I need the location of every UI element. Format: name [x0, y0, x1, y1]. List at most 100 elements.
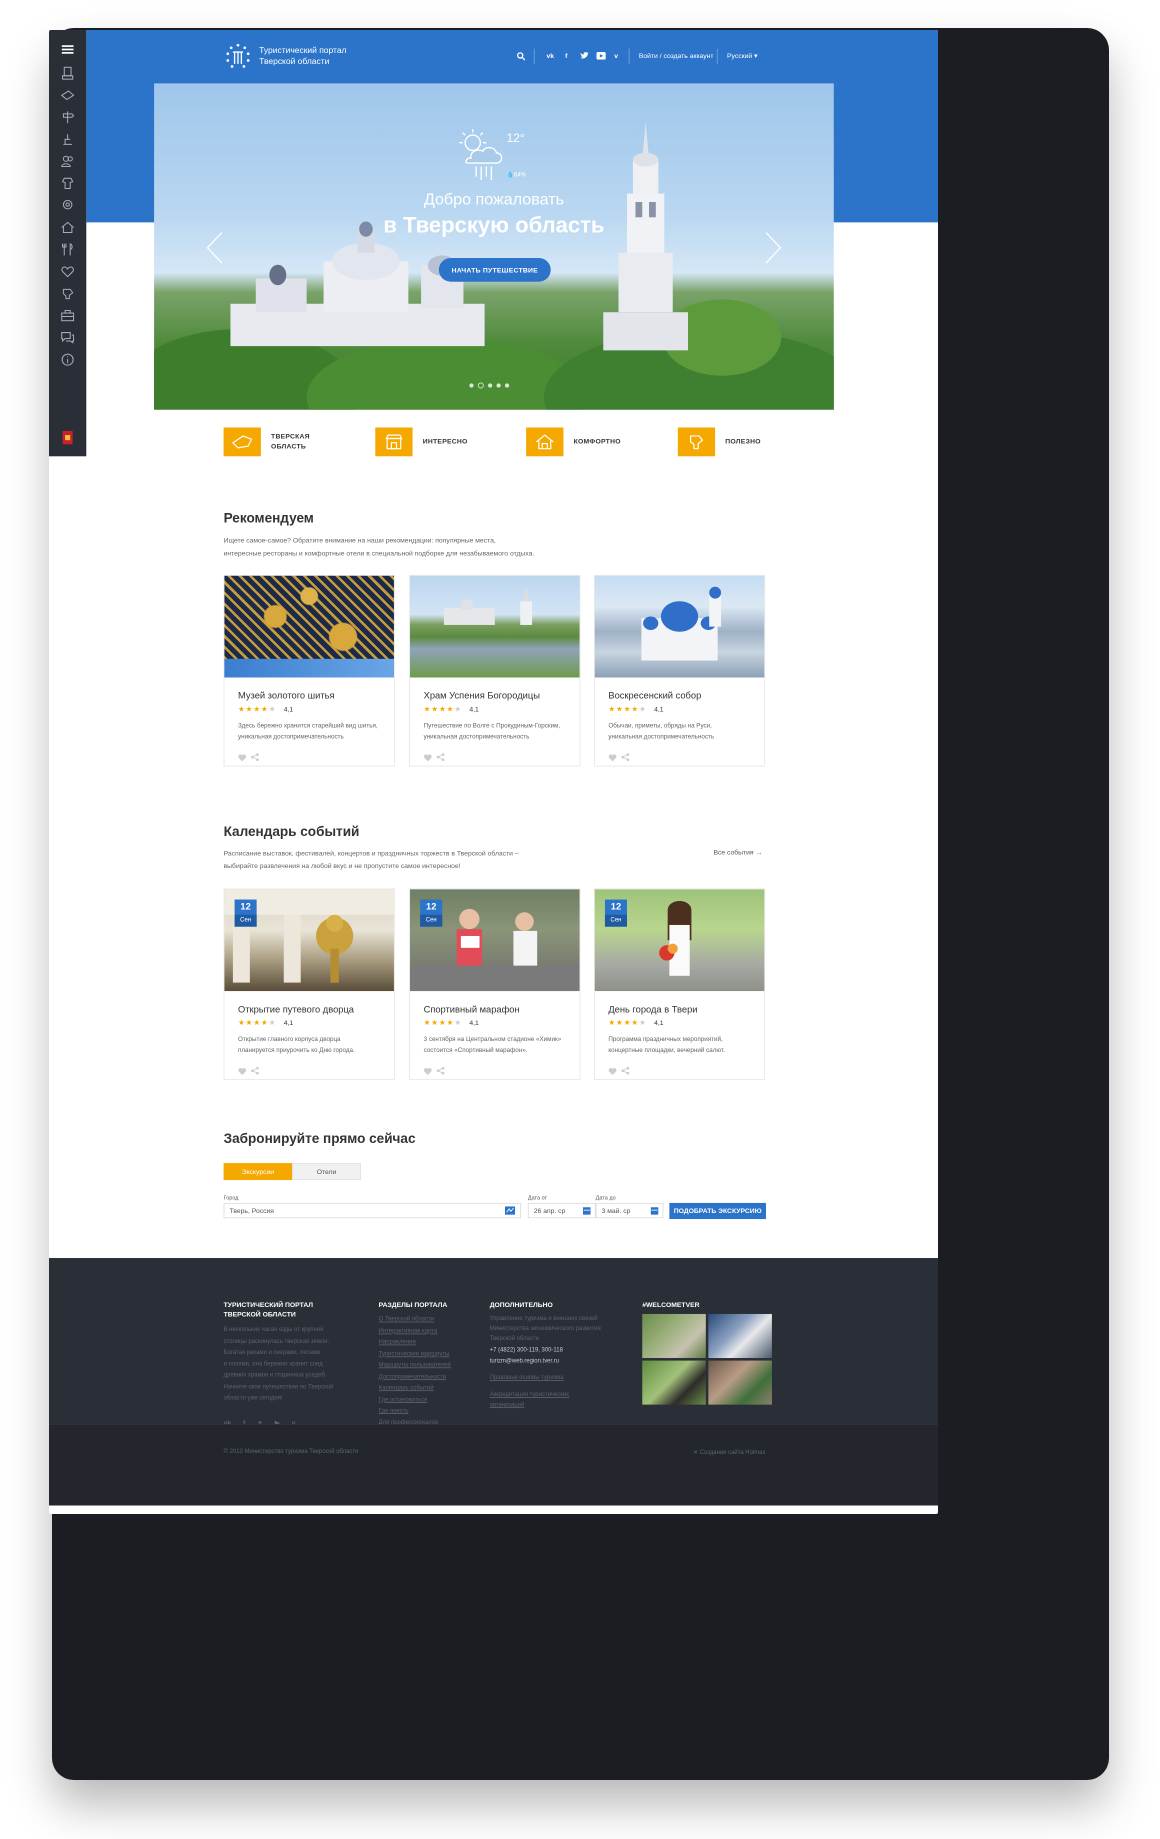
- slider-dots[interactable]: [469, 382, 510, 389]
- facebook-icon[interactable]: f: [565, 52, 567, 60]
- calendar-icon[interactable]: [582, 1207, 591, 1216]
- rating-value: 4,1: [283, 1019, 294, 1027]
- heart-icon[interactable]: [58, 262, 77, 281]
- monument-icon[interactable]: [58, 64, 77, 83]
- share-icon[interactable]: [621, 1064, 630, 1079]
- instagram-photo[interactable]: [642, 1360, 706, 1405]
- footer-link[interactable]: Туристические маршруты: [379, 1348, 451, 1359]
- footer-link[interactable]: Направления: [379, 1337, 451, 1348]
- instagram-photo[interactable]: [642, 1313, 706, 1359]
- instagram-photo[interactable]: [708, 1313, 772, 1359]
- all-events-link[interactable]: Все события →: [713, 849, 762, 857]
- category-comfortable[interactable]: КОМФОРТНО: [526, 427, 621, 457]
- footer-link[interactable]: Аккредитация туристических организаций: [490, 1390, 569, 1410]
- region-emblem-icon[interactable]: [58, 428, 77, 447]
- recommend-card[interactable]: Музей золотого шитья ★★★★★ 4,1 Здесь бер…: [223, 574, 395, 767]
- tab-excursions[interactable]: Экскурсии: [223, 1163, 293, 1181]
- share-icon[interactable]: [251, 750, 259, 765]
- footer-link[interactable]: Календарь событий: [379, 1383, 451, 1394]
- footer-link[interactable]: Где остановиться: [379, 1394, 451, 1405]
- find-excursion-button[interactable]: ПОДОБРАТЬ ЭКСКУРСИЮ: [669, 1202, 766, 1220]
- card-title[interactable]: Музей золотого шитья: [238, 691, 335, 701]
- city-field[interactable]: Тверь, Россия: [223, 1202, 522, 1219]
- people-icon[interactable]: [58, 152, 77, 171]
- category-label: ТВЕРСКАЯ: [271, 432, 310, 441]
- language-select[interactable]: Русский ▾: [727, 52, 757, 60]
- rating-stars: ★★★★★: [237, 1018, 277, 1027]
- like-icon[interactable]: [238, 1064, 247, 1079]
- like-icon[interactable]: [238, 750, 247, 765]
- recommend-card[interactable]: Храм Успения Богородицы ★★★★★ 4,1 Путеше…: [409, 574, 581, 767]
- footer-link[interactable]: О Тверской области: [379, 1314, 451, 1325]
- footer-link[interactable]: Маршруты пользователей: [379, 1360, 451, 1371]
- card-image: [594, 575, 765, 678]
- hotel-icon: [526, 427, 564, 457]
- footer-link[interactable]: Достопримечательности: [379, 1371, 451, 1382]
- search-icon[interactable]: [516, 52, 526, 62]
- login-link[interactable]: Войти / создать аккаунт: [639, 52, 714, 60]
- twitter-icon[interactable]: [580, 52, 589, 61]
- card-description: 3 сентября на Центральном стадионе «Хими…: [423, 1035, 562, 1054]
- vk-icon[interactable]: vk: [546, 52, 554, 60]
- share-icon[interactable]: [436, 750, 445, 765]
- category-tver-region[interactable]: ТВЕРСКАЯ ОБЛАСТЬ: [223, 427, 310, 457]
- map-icon[interactable]: [504, 1206, 516, 1216]
- date-from-field[interactable]: 26 апр. ср: [527, 1202, 596, 1219]
- fishing-icon[interactable]: [58, 130, 77, 149]
- vimeo-icon[interactable]: v: [614, 52, 618, 60]
- footer-link[interactable]: Правовые основы туризма: [490, 1372, 564, 1383]
- dress-icon[interactable]: [58, 174, 77, 193]
- card-title[interactable]: Воскресенский собор: [608, 691, 701, 701]
- footer-link[interactable]: Интерактивная карта: [379, 1325, 451, 1336]
- like-icon[interactable]: [608, 1064, 617, 1079]
- like-icon[interactable]: [423, 750, 432, 765]
- info-icon[interactable]: [58, 350, 77, 369]
- card-title[interactable]: Открытие путевого дворца: [238, 1005, 354, 1015]
- date-to-field[interactable]: 3 май. ср: [595, 1202, 664, 1219]
- calendar-icon[interactable]: [650, 1207, 659, 1216]
- restaurant-icon[interactable]: [58, 240, 77, 259]
- instagram-photo[interactable]: [708, 1360, 772, 1405]
- slider-prev-arrow[interactable]: [205, 231, 224, 265]
- event-card[interactable]: 12 Сен День города в Твери ★★★★★ 4,1 Прог…: [593, 888, 766, 1081]
- site-logo[interactable]: Туристический портал Тверской области: [224, 42, 346, 71]
- card-title[interactable]: День города в Твери: [608, 1005, 697, 1015]
- hand-icon[interactable]: [58, 284, 77, 303]
- card-title[interactable]: Спортивный марафон: [424, 1005, 520, 1015]
- made-by[interactable]: ✕ Создание сайта Holmax: [693, 1449, 765, 1456]
- youtube-icon[interactable]: [596, 52, 606, 61]
- slider-dot[interactable]: [469, 383, 474, 388]
- hand-icon: [677, 427, 716, 457]
- briefcase-icon[interactable]: [58, 306, 77, 325]
- slider-dot[interactable]: [504, 383, 510, 388]
- card-title[interactable]: Храм Успения Богородицы: [424, 691, 540, 701]
- recommend-card[interactable]: Воскресенский собор ★★★★★ 4,1 Обычаи, пр…: [593, 574, 766, 767]
- tab-hotels[interactable]: Отели: [292, 1163, 361, 1181]
- house-icon[interactable]: [58, 218, 77, 237]
- slider-next-arrow[interactable]: [764, 231, 783, 265]
- category-interesting[interactable]: ИНТЕРЕСНО: [375, 427, 467, 457]
- slider-dot-active[interactable]: [477, 382, 484, 389]
- signpost-icon[interactable]: [58, 108, 77, 127]
- footer-email[interactable]: turizm@web.region.tver.ru: [490, 1355, 559, 1366]
- share-icon[interactable]: [251, 1064, 259, 1079]
- chat-icon[interactable]: [58, 328, 77, 347]
- bell-tower-image: [603, 121, 689, 351]
- share-icon[interactable]: [436, 1064, 445, 1079]
- logo-icon: [226, 43, 250, 68]
- footer-about-text: В нескольких часах езды от крупной столиц…: [223, 1326, 334, 1402]
- share-icon[interactable]: [621, 750, 630, 765]
- category-useful[interactable]: ПОЛЕЗНО: [677, 427, 761, 457]
- category-label: ОБЛАСТЬ: [271, 442, 307, 451]
- menu-icon[interactable]: [58, 40, 77, 59]
- footer-link[interactable]: Где поесть: [379, 1405, 451, 1416]
- like-icon[interactable]: [423, 1064, 432, 1079]
- ticket-icon[interactable]: [58, 86, 77, 105]
- event-card[interactable]: 12 Сен Открытие путевого дворца ★★★★★ 4,1…: [223, 888, 395, 1081]
- pin-icon[interactable]: [58, 196, 77, 215]
- slider-dot[interactable]: [496, 383, 501, 388]
- event-card[interactable]: 12 Сен Спортивный марафон ★★★★★ 4,1 3 сен…: [409, 888, 581, 1081]
- like-icon[interactable]: [608, 750, 617, 765]
- slider-dot[interactable]: [488, 383, 493, 388]
- start-journey-button[interactable]: НАЧАТЬ ПУТЕШЕСТВИЕ: [438, 257, 551, 282]
